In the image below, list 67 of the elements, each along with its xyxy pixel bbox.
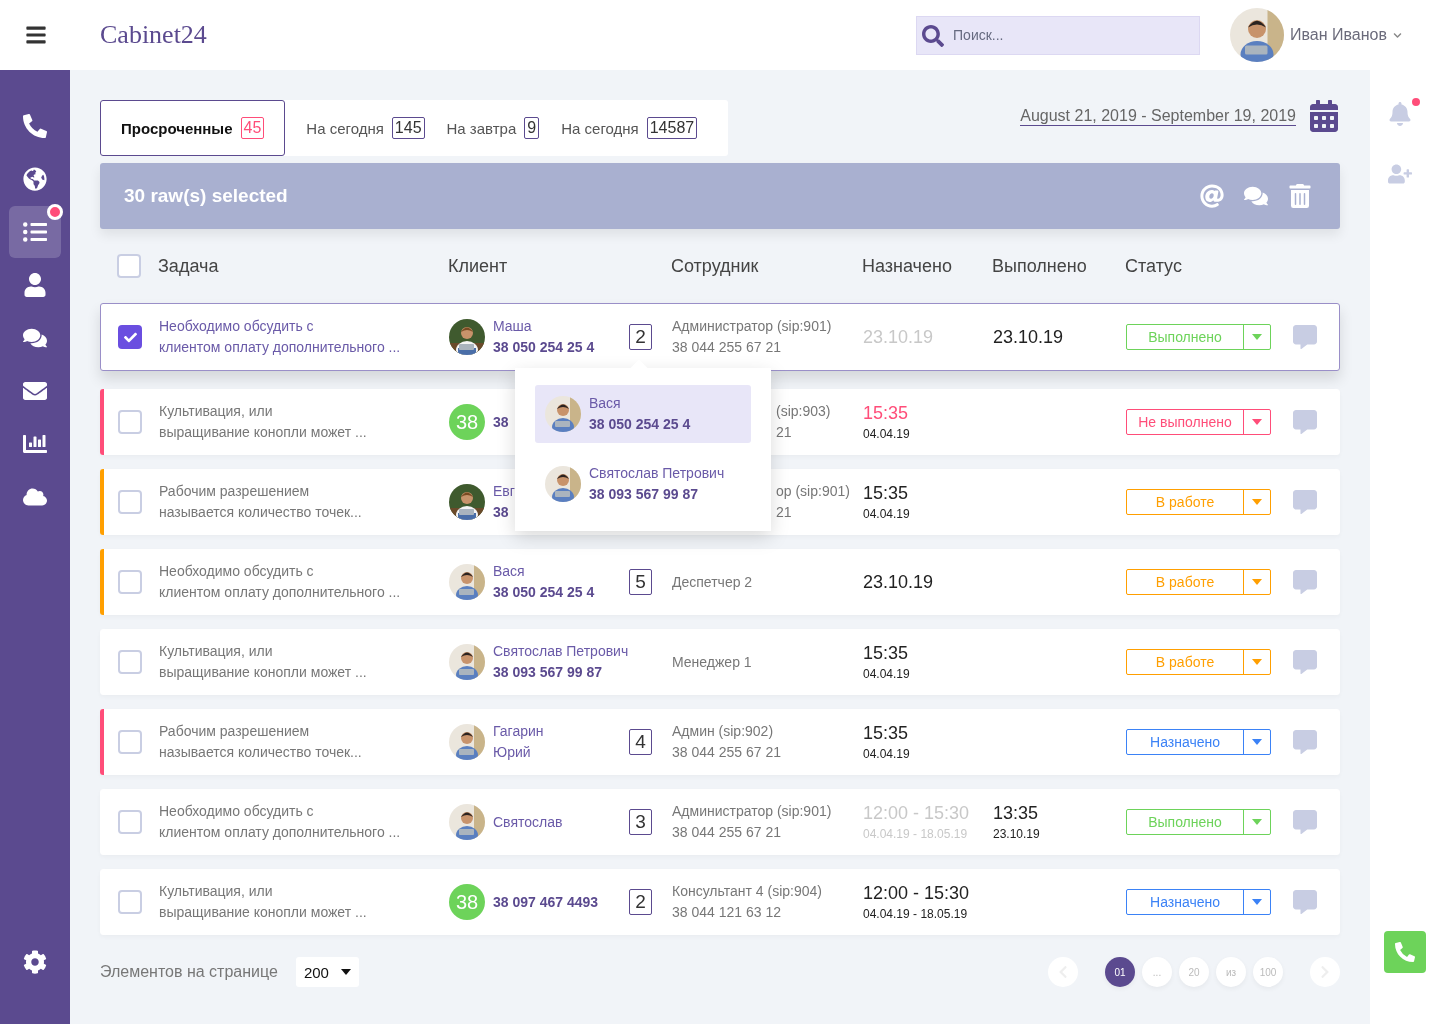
task-text: Рабочим разрешением называется количество точек... <box>159 482 363 522</box>
time-text: 23.10.19 <box>863 571 935 594</box>
employee-phone: 38 044 255 67 21 <box>672 823 782 842</box>
task-text: Необходимо обсудить с клиентом оплату дополнительного ... <box>159 802 402 842</box>
employee-name: Деспетчер 2 <box>672 572 754 592</box>
employee-name: Администратор (sip:901) <box>672 802 833 821</box>
date-text: 04.04.19 <box>863 666 911 683</box>
column-header: Выполнено <box>992 255 1088 277</box>
client-phone: 38 097 467 4493 <box>493 892 599 912</box>
date-text: 04.04.19 - 18.05.19 <box>863 906 969 923</box>
client-name: Маша <box>493 317 533 336</box>
employee-phone: 38 044 121 63 12 <box>672 903 782 922</box>
tab-count: 45 <box>240 117 265 139</box>
employee-phone: 21 <box>776 423 793 442</box>
task-text: Культивация, или выращивание конопли может ... <box>159 642 368 682</box>
client-phone: 38 050 254 25 4 <box>493 338 595 357</box>
employee-name: Консультант 4 (sip:904) <box>672 882 823 901</box>
client-phone: 38 050 254 25 4 <box>493 583 595 602</box>
task-text: Необходимо обсудить с клиентом оплату дополнительного ... <box>159 317 402 357</box>
employee-phone: 38 044 255 67 21 <box>672 338 782 357</box>
client-phone: 38 093 567 99 87 <box>493 663 603 682</box>
task-text: Культивация, или выращивание конопли может ... <box>159 882 368 922</box>
contact-phone: 38 093 567 99 87 <box>589 485 699 504</box>
task-text: Необходимо обсудить с клиентом оплату дополнительного ... <box>159 562 402 602</box>
client-name: Евг <box>493 482 515 501</box>
client-badge: 38 <box>449 884 485 920</box>
client-name: Вася <box>493 562 526 581</box>
column-header: Назначено <box>862 255 953 277</box>
client-phone: 38 <box>493 503 510 522</box>
selection-count: 30 raw(s) selected <box>124 185 288 207</box>
tab-count: 145 <box>391 117 425 139</box>
client-name: Святослав <box>493 812 563 832</box>
column-header: Задача <box>158 255 220 277</box>
client-phone: 38 <box>493 412 509 432</box>
employee-name: Админ (sip:902) <box>672 722 775 741</box>
contact-phone: 38 050 254 25 4 <box>589 415 691 434</box>
employee-name: Администратор (sip:901) <box>672 317 833 336</box>
date-text: 04.04.19 <box>863 506 911 523</box>
task-text: Культивация, или выращивание конопли может ... <box>159 402 368 442</box>
employee-name: ор (sip:901) <box>776 482 851 501</box>
page-size-label: Элементов на странице <box>100 963 278 981</box>
employee-name: Менеджер 1 <box>672 652 753 672</box>
time-text: 13:35 <box>993 802 1040 825</box>
date-text: 04.04.19 <box>863 746 911 763</box>
time-text: 15:35 <box>863 642 910 665</box>
employee-phone: 21 <box>776 503 793 522</box>
contact-name: Вася <box>589 394 622 413</box>
date-text: 23.10.19 <box>993 826 1041 843</box>
time-text: 23.10.19 <box>993 326 1065 349</box>
time-text: 15:35 <box>863 402 910 425</box>
tab-count: 9 <box>524 117 540 139</box>
date-text: 04.04.19 <box>863 426 911 443</box>
employee-phone: 38 044 255 67 21 <box>672 743 782 762</box>
client-name: Гагарин Юрий <box>493 722 544 762</box>
time-text: 15:35 <box>863 722 910 745</box>
tab-count: 14587 <box>646 117 698 139</box>
column-header: Клиент <box>448 255 509 277</box>
logo: Cabinet24 <box>100 20 207 50</box>
column-header: Сотрудник <box>671 255 760 277</box>
time-text: 12:00 - 15:30 <box>863 882 971 905</box>
column-header: Статус <box>1125 255 1183 277</box>
client-name: Святослав Петрович <box>493 642 629 661</box>
task-text: Рабочим разрешением называется количество точек... <box>159 722 363 762</box>
client-badge: 38 <box>449 404 485 440</box>
employee-name: (sip:903) <box>776 402 832 421</box>
contact-name: Святослав Петрович <box>589 464 725 483</box>
time-text: 15:35 <box>863 482 910 505</box>
